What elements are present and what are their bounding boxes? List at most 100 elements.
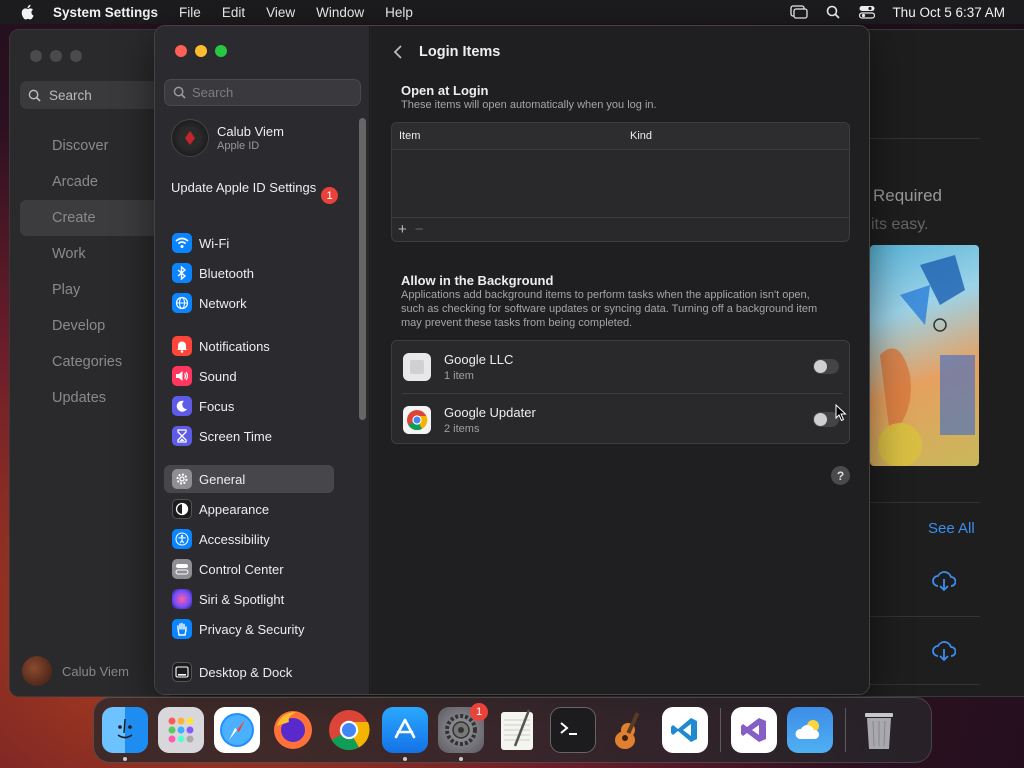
sidebar-item-notifications[interactable]: Notifications xyxy=(164,332,344,360)
trash-icon[interactable] xyxy=(856,707,902,753)
menu-file[interactable]: File xyxy=(179,5,201,20)
apple-id-account[interactable]: Calub Viem Apple ID xyxy=(171,119,284,157)
open-at-login-title: Open at Login xyxy=(401,83,489,98)
siri-icon xyxy=(172,589,192,609)
notification-badge: 1 xyxy=(470,703,488,721)
sidebar-scrollbar[interactable] xyxy=(359,118,366,420)
safari-icon[interactable] xyxy=(214,707,260,753)
garageband-icon[interactable] xyxy=(606,707,652,753)
google-chrome-icon xyxy=(403,406,431,434)
sidebar-item-accessibility[interactable]: Accessibility xyxy=(164,525,344,553)
settings-search[interactable] xyxy=(164,79,361,106)
apple-menu-icon[interactable] xyxy=(19,4,35,20)
sidebar-item-label: Screen Time xyxy=(199,428,272,444)
vscode-icon[interactable] xyxy=(662,707,708,753)
divider xyxy=(870,502,980,503)
appearance-icon xyxy=(172,499,192,519)
sidebar-item-network[interactable]: Network xyxy=(164,289,344,317)
app-store-search[interactable]: Search xyxy=(20,81,160,109)
menu-help[interactable]: Help xyxy=(385,5,413,20)
sidebar-item-desktop-dock[interactable]: Desktop & Dock xyxy=(164,658,344,686)
app-store-nav-play[interactable]: Play xyxy=(20,272,170,308)
close-button[interactable] xyxy=(175,45,187,57)
app-store-nav-arcade[interactable]: Arcade xyxy=(20,164,170,200)
app-store-nav-develop[interactable]: Develop xyxy=(20,308,170,344)
sidebar-item-appearance[interactable]: Appearance xyxy=(164,495,344,523)
zoom-button[interactable] xyxy=(215,45,227,57)
system-settings-icon[interactable]: 1 xyxy=(438,703,488,761)
sidebar-group-network: Wi-Fi Bluetooth Network xyxy=(164,229,344,319)
allow-background-description: Applications add background items to per… xyxy=(401,289,818,329)
app-store-nav: Discover Arcade Create Work Play Develop… xyxy=(20,128,170,416)
sidebar-item-bluetooth[interactable]: Bluetooth xyxy=(164,259,344,287)
table-header: Item Kind xyxy=(392,123,849,150)
dock-separator xyxy=(720,708,721,752)
background-item-name: Google LLC xyxy=(444,352,514,367)
avatar xyxy=(22,656,52,686)
screen-mirroring-icon[interactable] xyxy=(790,5,809,19)
background-item-count: 2 items xyxy=(444,423,480,435)
search-icon xyxy=(173,86,186,99)
control-center-icon[interactable] xyxy=(858,5,876,19)
menu-view[interactable]: View xyxy=(266,5,295,20)
sidebar-item-siri-spotlight[interactable]: Siri & Spotlight xyxy=(164,585,344,613)
google-chrome-icon[interactable] xyxy=(326,707,372,753)
running-indicator xyxy=(403,757,407,761)
visual-studio-icon[interactable] xyxy=(731,707,777,753)
sidebar-item-general[interactable]: General xyxy=(164,465,334,493)
app-store-nav-categories[interactable]: Categories xyxy=(20,344,170,380)
minimize-button[interactable] xyxy=(195,45,207,57)
sidebar-item-label: Wi-Fi xyxy=(199,235,230,251)
app-store-nav-discover[interactable]: Discover xyxy=(20,128,170,164)
sidebar-group-notifications: Notifications Sound Focus Screen Time xyxy=(164,332,344,452)
firefox-icon[interactable] xyxy=(270,707,316,753)
divider xyxy=(870,684,980,685)
column-header-item[interactable]: Item xyxy=(399,130,630,142)
app-store-icon[interactable] xyxy=(382,707,428,761)
sidebar-item-label: Privacy & Security xyxy=(199,621,305,637)
sidebar-group-general: General Appearance Accessibility Control… xyxy=(164,465,344,645)
download-cloud-icon[interactable] xyxy=(932,570,957,597)
menu-window[interactable]: Window xyxy=(316,5,364,20)
weather-icon[interactable] xyxy=(787,707,833,753)
app-store-account[interactable]: Calub Viem xyxy=(22,656,129,686)
control-center-icon xyxy=(172,559,192,579)
download-cloud-icon[interactable] xyxy=(932,640,957,667)
remove-login-item-button[interactable]: − xyxy=(415,221,424,238)
user-subtitle: Apple ID xyxy=(217,140,260,152)
accessibility-icon xyxy=(172,529,192,549)
app-store-nav-updates[interactable]: Updates xyxy=(20,380,170,416)
app-store-nav-work[interactable]: Work xyxy=(20,236,170,272)
menu-app-name[interactable]: System Settings xyxy=(53,5,158,20)
menubar-clock[interactable]: Thu Oct 5 6:37 AM xyxy=(892,5,1005,20)
google-llc-toggle[interactable] xyxy=(813,359,839,374)
sidebar-item-sound[interactable]: Sound xyxy=(164,362,344,390)
divider xyxy=(870,616,980,617)
sidebar-item-control-center[interactable]: Control Center xyxy=(164,555,344,583)
sidebar-item-focus[interactable]: Focus xyxy=(164,392,344,420)
spotlight-search-icon[interactable] xyxy=(824,5,842,19)
help-button[interactable]: ? xyxy=(831,466,850,485)
settings-search-input[interactable] xyxy=(192,85,352,100)
page-title: Login Items xyxy=(419,44,501,60)
menu-edit[interactable]: Edit xyxy=(222,5,245,20)
app-store-nav-create[interactable]: Create xyxy=(20,200,170,236)
allow-background-title: Allow in the Background xyxy=(401,273,554,288)
see-all-link[interactable]: See All xyxy=(928,520,975,537)
textedit-icon[interactable] xyxy=(494,707,540,753)
add-login-item-button[interactable]: + xyxy=(398,221,407,238)
dock: 1 xyxy=(93,697,932,763)
window-controls xyxy=(175,45,227,57)
featured-artwork[interactable] xyxy=(870,245,979,467)
sidebar-item-label: Desktop & Dock xyxy=(199,664,293,680)
speaker-icon xyxy=(172,366,192,386)
column-header-kind[interactable]: Kind xyxy=(630,130,652,142)
finder-icon[interactable] xyxy=(102,707,148,761)
launchpad-icon[interactable] xyxy=(158,707,204,753)
sidebar-item-screen-time[interactable]: Screen Time xyxy=(164,422,344,450)
update-apple-id-settings[interactable]: Update Apple ID Settings xyxy=(171,180,341,196)
sidebar-item-wifi[interactable]: Wi-Fi xyxy=(164,229,344,257)
sidebar-item-privacy-security[interactable]: Privacy & Security xyxy=(164,615,344,643)
back-chevron-icon[interactable] xyxy=(391,43,405,61)
terminal-icon[interactable] xyxy=(550,707,596,753)
